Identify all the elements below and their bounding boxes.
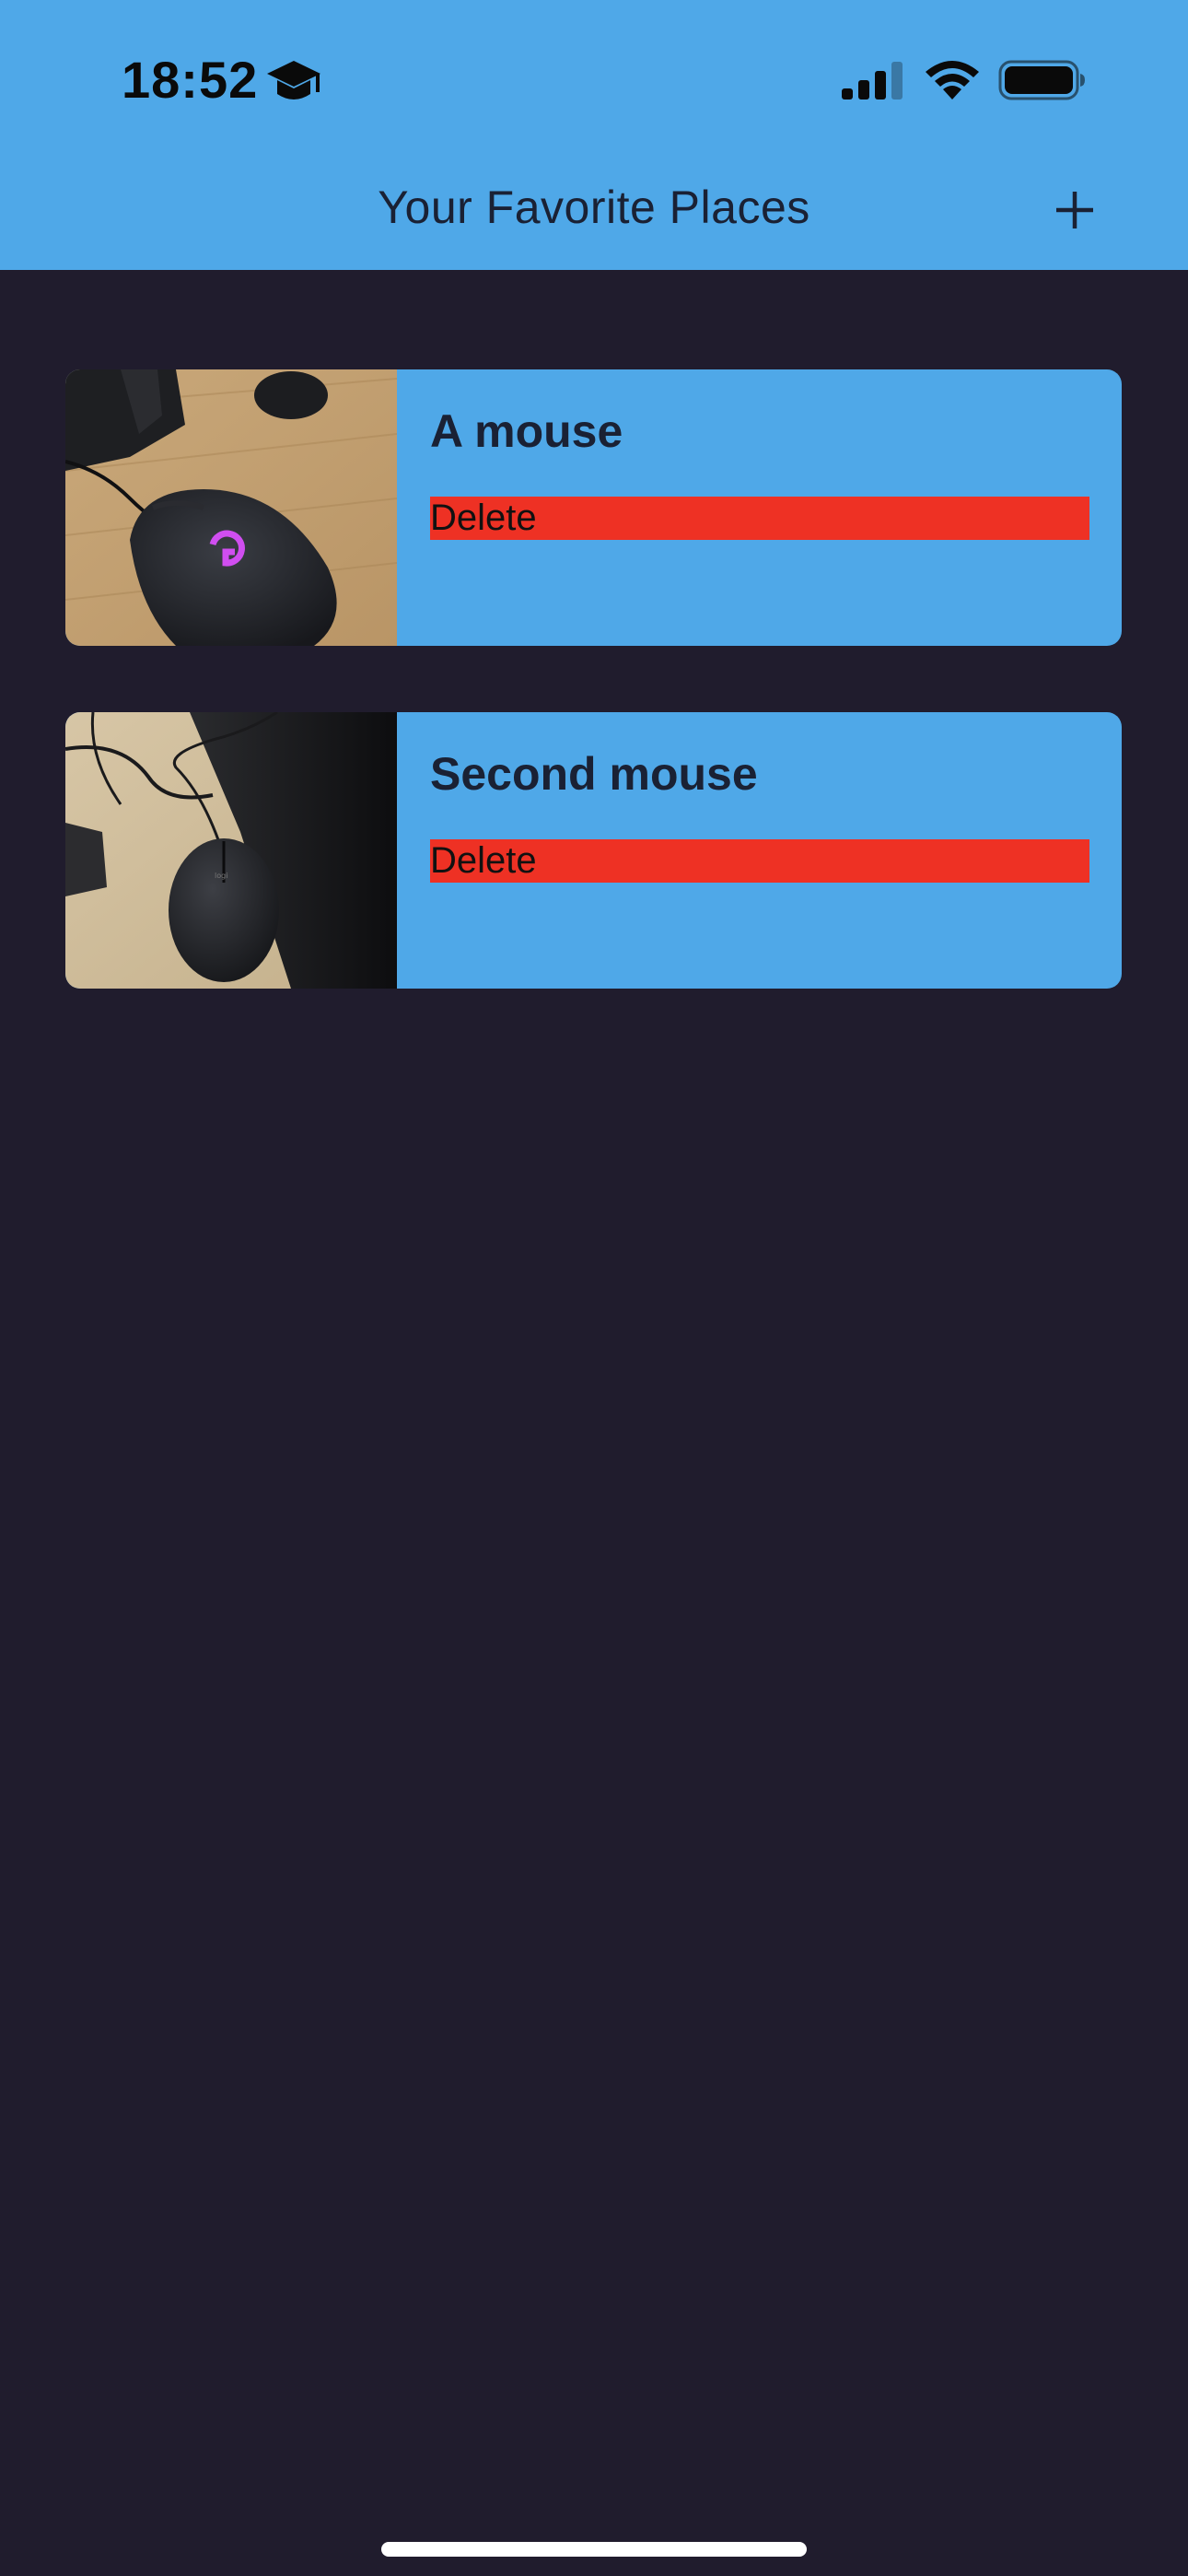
place-title: Second mouse: [430, 748, 758, 800]
app-screen: 18:52 Your Favorite Places A mouse Delet…: [0, 0, 1188, 2576]
place-card[interactable]: A mouse Delete: [65, 369, 1122, 646]
place-card[interactable]: logi Second mouse Delete: [65, 712, 1122, 989]
graduation-cap-icon: [265, 57, 322, 109]
app-bar: 18:52 Your Favorite Places: [0, 0, 1188, 270]
home-indicator[interactable]: [381, 2542, 807, 2557]
black-mouse-photo: logi: [65, 712, 397, 989]
plus-icon: [1056, 192, 1093, 228]
delete-button[interactable]: Delete: [430, 497, 1089, 540]
status-time: 18:52: [122, 51, 259, 109]
cellular-signal-icon: [840, 61, 904, 101]
battery-icon: [998, 59, 1087, 101]
place-image: logi: [65, 712, 397, 989]
svg-text:logi: logi: [215, 872, 227, 880]
gaming-mouse-photo: [65, 369, 397, 646]
add-place-button[interactable]: [1046, 181, 1103, 238]
place-image: [65, 369, 397, 646]
place-list: A mouse Delete logi Second mouse Delete: [65, 369, 1122, 1055]
wifi-icon: [923, 57, 982, 101]
page-title: Your Favorite Places: [378, 181, 810, 233]
place-title: A mouse: [430, 405, 623, 457]
delete-button[interactable]: Delete: [430, 839, 1089, 883]
